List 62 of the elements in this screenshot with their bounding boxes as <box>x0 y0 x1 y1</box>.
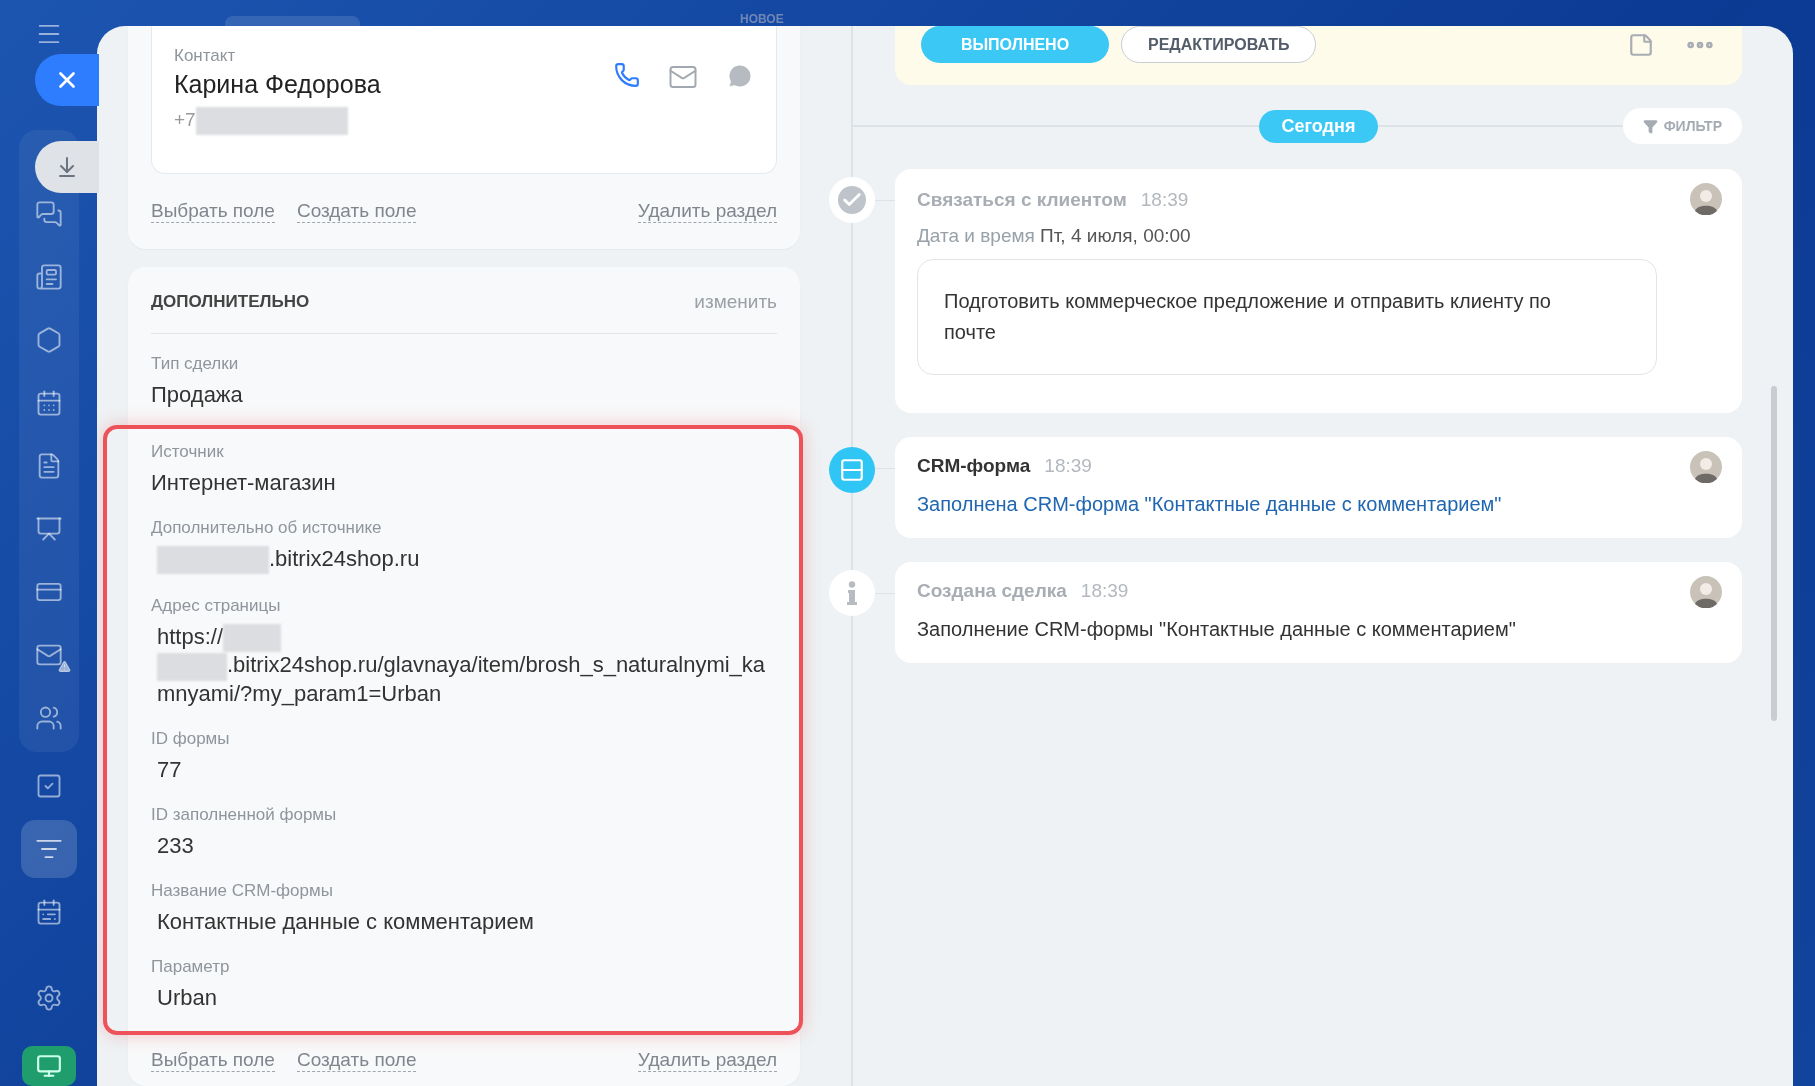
contact-phone: +7 <box>174 107 381 135</box>
collapse-button[interactable] <box>35 141 99 193</box>
field-value: Urban <box>156 984 218 1011</box>
field-label: Источник <box>151 442 225 462</box>
event-time: 18:39 <box>1080 580 1129 602</box>
field-value: Интернет-магазин <box>151 470 337 496</box>
phone-icon[interactable] <box>614 62 640 88</box>
chat-icon[interactable] <box>726 62 754 90</box>
delete-section-link[interactable]: Удалить раздел <box>637 200 777 223</box>
edit-button[interactable]: РЕДАКТИРОВАТЬ <box>1121 26 1317 63</box>
document-icon <box>34 263 63 292</box>
avatar <box>1690 451 1722 483</box>
filter-button[interactable]: ФИЛЬТР <box>1622 108 1742 144</box>
field-value: .bitrix24shop.ru <box>151 546 777 575</box>
redacted-blur <box>157 652 227 681</box>
note-icon[interactable] <box>1628 31 1654 58</box>
field-label: ID формы <box>151 728 231 749</box>
field-value: 77 <box>156 756 183 783</box>
done-button[interactable]: ВЫПОЛНЕНО <box>921 26 1109 63</box>
field-link[interactable]: Выбрать поле <box>151 200 275 223</box>
contact-name: Карина Федорова <box>174 70 381 99</box>
top-label: НОВОЕ <box>740 12 784 26</box>
redacted-blur <box>223 624 282 653</box>
avatar <box>1690 183 1722 215</box>
event-time: 18:39 <box>1044 455 1092 477</box>
info-icon <box>847 581 857 605</box>
field-label: ID заполненной формы <box>151 804 338 825</box>
check-icon <box>838 186 866 214</box>
warning-icon <box>57 660 71 674</box>
event-date: Дата и время Пт, 4 июля, 00:00 <box>917 225 1192 247</box>
field-label: Название CRM-формы <box>151 880 334 901</box>
delete-section-link[interactable]: Удалить раздел <box>637 1048 777 1072</box>
app-button[interactable] <box>21 1046 76 1086</box>
monitor-icon <box>35 1053 62 1080</box>
avatar <box>1690 576 1722 608</box>
close-button[interactable] <box>35 54 99 106</box>
edit-link[interactable]: изменить <box>694 291 777 313</box>
field-link[interactable]: Выбрать поле <box>151 1048 275 1072</box>
field-label: Дополнительно об источнике <box>151 518 383 538</box>
contact-label: Контакт <box>174 46 237 66</box>
event-title: CRM-форма <box>917 455 1031 477</box>
today-badge: Сегодня <box>1258 109 1379 143</box>
section-title: ДОПОЛНИТЕЛЬНО <box>151 292 310 312</box>
event-link[interactable]: Заполнена CRM-форма "Контактные данные с комментарием" <box>917 493 1720 516</box>
field-value: Контактные данные с комментарием <box>156 908 535 935</box>
form-icon <box>839 457 865 483</box>
field-link[interactable]: Создать поле <box>296 200 417 223</box>
chat-icon <box>34 200 63 229</box>
event-title: Связаться с клиентом <box>917 189 1127 211</box>
filter-icon <box>1642 118 1658 134</box>
field-value: 233 <box>156 832 195 859</box>
filter-button[interactable] <box>20 820 77 879</box>
field-label: Тип сделки <box>151 354 240 374</box>
event-time: 18:39 <box>1140 189 1189 211</box>
event-text: Заполнение CRM-формы "Контактные данные с комментарием" <box>917 618 1517 641</box>
field-value: Продажа <box>151 382 244 408</box>
field-label: Адрес страницы <box>151 596 282 617</box>
event-title: Создана сделка <box>917 580 1067 602</box>
field-label: Параметр <box>151 956 231 977</box>
event-note: Подготовить коммерческое предложение и отправить клиенту по почте <box>917 259 1657 375</box>
field-link[interactable]: Создать поле <box>296 1048 417 1072</box>
field-value: https:// .bitrix24shop.ru/glavnaya/item/brosh_s_naturalnymi_kamnyami/?my_param1=Urban <box>156 624 767 707</box>
